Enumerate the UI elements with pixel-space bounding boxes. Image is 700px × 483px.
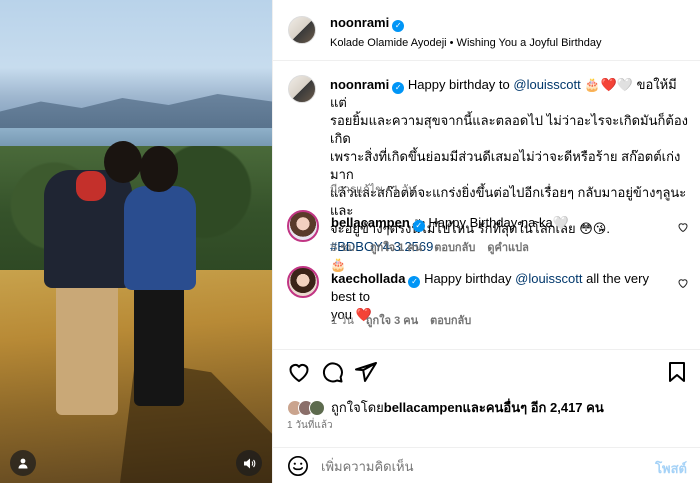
comment-mention-link[interactable]: @louisscott [515, 271, 582, 286]
heart-icon[interactable] [287, 360, 311, 384]
user-tag-icon[interactable] [10, 450, 36, 476]
reply-button[interactable]: ตอบกลับ [430, 311, 471, 329]
commenter-avatar[interactable] [287, 210, 319, 242]
caption-emojis: 🎂❤️🤍 [584, 77, 633, 92]
comment-time[interactable]: 5 ชม. [331, 238, 358, 256]
post-side-panel: noonrami ✓ Kolade Olamide Ayodeji • Wishi… [272, 0, 700, 483]
likes-others-count[interactable]: และคนอื่นๆ อีก 2,417 คน [463, 397, 604, 418]
person-1-head [104, 141, 142, 183]
comment-likes-count[interactable]: ถูกใจ 1 คน [370, 238, 422, 256]
commenter-username[interactable]: bellacampen [331, 215, 410, 230]
likes-summary: ถูกใจโดย bellacampen และคนอื่นๆ อีก 2,41… [287, 397, 604, 418]
person-1-legs [56, 280, 118, 415]
commenter-username[interactable]: kaechollada [331, 271, 405, 286]
verified-badge-icon: ✓ [408, 276, 421, 288]
verified-badge-icon: ✓ [412, 220, 425, 232]
verified-badge-icon: ✓ [392, 82, 405, 94]
comment-emoji: 🤍 [552, 215, 569, 230]
author-avatar[interactable] [288, 16, 316, 44]
author-info: noonrami ✓ Kolade Olamide Ayodeji • Wishi… [330, 14, 601, 49]
post-actions: ถูกใจโดย bellacampen และคนอื่นๆ อีก 2,41… [273, 349, 700, 483]
caption-text-part: Happy birthday to [407, 77, 514, 92]
comment-item: kaechollada ✓ Happy birthday @louisscott … [273, 263, 700, 333]
comment-likes-count[interactable]: ถูกใจ 3 คน [366, 311, 418, 329]
comment-text: bellacampen ✓ Happy Birthday na ka🤍 [331, 214, 569, 232]
comment-icon[interactable] [320, 360, 344, 384]
comment-input[interactable] [321, 456, 621, 476]
emoji-icon[interactable] [287, 455, 309, 477]
comment-body: Happy birthday [424, 271, 516, 286]
verified-badge-icon: ✓ [392, 20, 405, 32]
caption-line: รอยยิ้มและความสุขจากนี้และตลอดไป ไม่ว่าอ… [330, 113, 688, 146]
caption-line: เพราะสิ่งที่เกิดขึ้นย่อมมีส่วนดีเสมอไม่ว… [330, 149, 681, 182]
caption-time[interactable]: 1 วัน [393, 184, 416, 196]
caption-mention-link[interactable]: @louisscott [513, 77, 580, 92]
person-2-legs [134, 284, 184, 406]
instagram-post-view: noonrami ✓ Kolade Olamide Ayodeji • Wishi… [0, 0, 700, 483]
caption-avatar[interactable] [288, 75, 316, 103]
post-header: noonrami ✓ Kolade Olamide Ayodeji • Wishi… [273, 0, 700, 61]
person-1-hood [76, 171, 106, 201]
author-username[interactable]: noonrami [330, 15, 389, 30]
commenter-avatar[interactable] [287, 266, 319, 298]
person-2-jacket [124, 186, 196, 290]
edited-label: มีการแก้ไข [330, 184, 383, 196]
comment-meta: 5 ชม. ถูกใจ 1 คน ตอบกลับ ดูคำแปล [331, 238, 529, 256]
caption-block: noonrami ✓ Happy birthday to @louisscott … [273, 61, 700, 272]
comment-meta: 1 วัน ถูกใจ 3 คน ตอบกลับ [331, 311, 471, 329]
audio-subtitle[interactable]: Kolade Olamide Ayodeji • Wishing You a J… [330, 37, 601, 49]
comment-heart-icon[interactable] [677, 221, 689, 233]
speaker-icon[interactable] [236, 450, 262, 476]
liker-avatar [309, 399, 325, 416]
share-icon[interactable] [354, 360, 378, 384]
post-comment-button[interactable]: โพสต์ [655, 458, 687, 479]
mountain-ridge [0, 94, 272, 134]
bookmark-icon[interactable] [665, 360, 689, 384]
reply-button[interactable]: ตอบกลับ [434, 238, 475, 256]
comment-heart-icon[interactable] [677, 277, 689, 289]
post-timestamp[interactable]: 1 วันที่แล้ว [287, 418, 333, 433]
person-2-head [140, 146, 178, 192]
comment-time[interactable]: 1 วัน [331, 311, 354, 329]
comment-body: Happy Birthday na ka [428, 215, 553, 230]
likes-prefix: ถูกใจโดย [331, 400, 384, 415]
post-photo[interactable] [0, 0, 272, 483]
translate-button[interactable]: ดูคำแปล [487, 238, 529, 256]
add-comment-bar: โพสต์ [273, 447, 700, 483]
caption-username[interactable]: noonrami [330, 77, 389, 92]
comment-item: bellacampen ✓ Happy Birthday na ka🤍 5 ชม.… [273, 203, 700, 263]
liked-by-username[interactable]: bellacampen [384, 400, 463, 415]
caption-meta: มีการแก้ไข • 1 วัน [330, 184, 416, 196]
